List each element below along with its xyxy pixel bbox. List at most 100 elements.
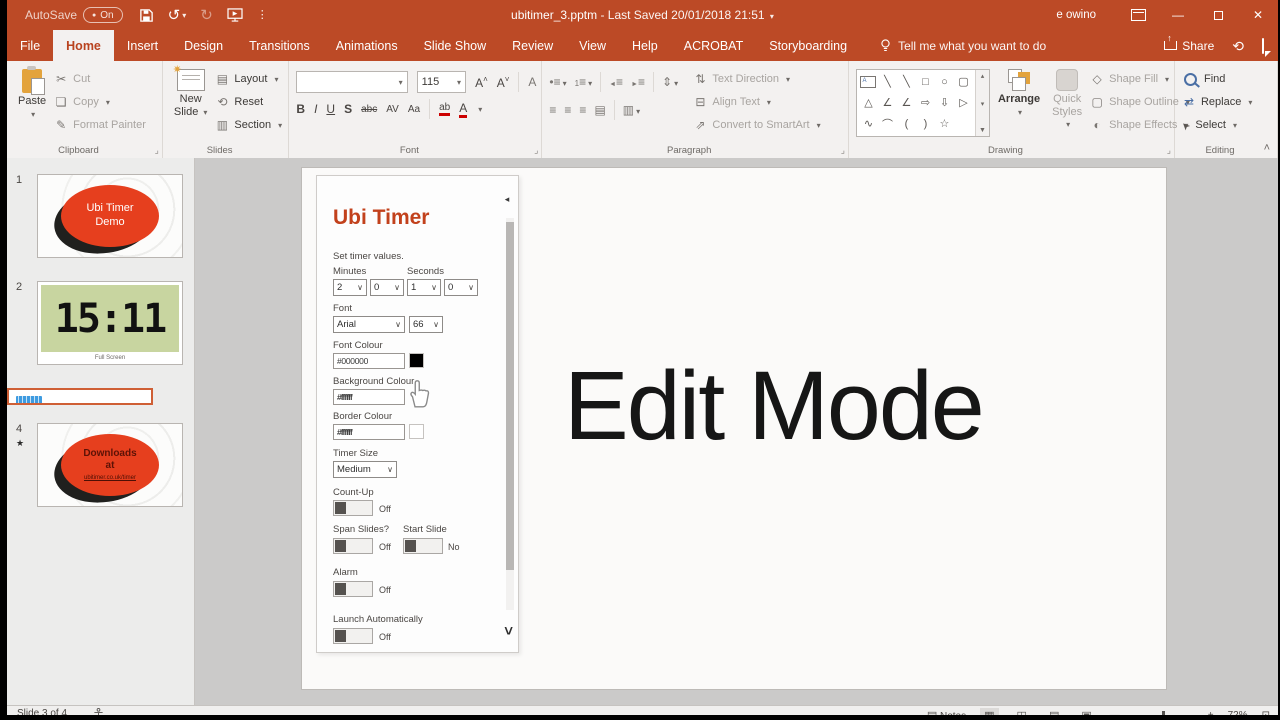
count-up-toggle[interactable]: [333, 500, 373, 516]
change-case-button[interactable]: Aa: [408, 104, 420, 115]
tab-view[interactable]: View: [566, 30, 619, 61]
timer-size-select[interactable]: Medium∨: [333, 461, 397, 478]
border-colour-input[interactable]: #ffffff: [333, 424, 405, 440]
shape-right-brace-icon[interactable]: ): [924, 118, 928, 130]
second-ones-select[interactable]: 0∨: [444, 279, 478, 296]
notes-button[interactable]: ▤ Notes: [927, 709, 966, 715]
gallery-down-icon[interactable]: ▾: [981, 100, 985, 108]
shape-arrow-right-icon[interactable]: ⇨: [921, 96, 930, 109]
tab-review[interactable]: Review: [499, 30, 566, 61]
layout-button[interactable]: ▤ Layout ▾: [215, 70, 282, 88]
shape-flowchart-icon[interactable]: ▷: [959, 96, 967, 109]
select-button[interactable]: ➤ Select ▾: [1182, 116, 1252, 134]
format-painter-button[interactable]: ✎ Format Painter: [54, 116, 146, 134]
launch-automatically-toggle[interactable]: [333, 628, 373, 644]
redo-button[interactable]: ↻: [200, 8, 213, 23]
tab-transitions[interactable]: Transitions: [236, 30, 323, 61]
customize-qat-button[interactable]: ⋮: [257, 10, 268, 21]
drawing-dialog-launcher[interactable]: ⌟: [1167, 145, 1171, 156]
copy-button[interactable]: ❏ Copy ▾: [54, 93, 146, 111]
decrease-indent-button[interactable]: ◄≡: [609, 75, 623, 89]
shape-triangle-icon[interactable]: △: [864, 96, 872, 109]
tab-animations[interactable]: Animations: [323, 30, 411, 61]
italic-button[interactable]: I: [314, 102, 317, 116]
tab-slideshow[interactable]: Slide Show: [411, 30, 500, 61]
autosave-toggle[interactable]: AutoSave ● On: [25, 7, 123, 23]
accessibility-checker-button[interactable]: [93, 708, 104, 715]
undo-button[interactable]: ↺ ▾: [168, 8, 187, 23]
panel-scroll-down-button[interactable]: ˅: [504, 624, 513, 639]
view-normal-button[interactable]: ▦: [980, 708, 998, 715]
gallery-more-icon[interactable]: ▼: [979, 127, 986, 134]
shape-star-icon[interactable]: ☆: [940, 117, 950, 130]
textbox-shape-icon[interactable]: A: [860, 76, 876, 88]
increase-indent-button[interactable]: ►≡: [631, 75, 645, 89]
bold-button[interactable]: B: [296, 102, 305, 116]
quick-styles-button[interactable]: QuickStyles ▾: [1048, 67, 1086, 142]
reset-button[interactable]: ⟲ Reset: [215, 93, 282, 111]
strikethrough-button[interactable]: abc: [361, 104, 377, 115]
restore-button[interactable]: [1198, 0, 1238, 30]
slide-title-text[interactable]: Edit Mode: [564, 350, 983, 462]
character-spacing-button[interactable]: AV: [386, 104, 399, 115]
zoom-in-button[interactable]: +: [1208, 710, 1214, 715]
fit-to-window-button[interactable]: ⊡: [1262, 710, 1270, 715]
shape-elbow-arrow-icon[interactable]: ∠: [902, 96, 912, 109]
align-text-button[interactable]: ⊟ Align Text ▾: [693, 93, 820, 111]
grow-font-button[interactable]: A: [475, 75, 488, 90]
save-button[interactable]: [139, 8, 154, 23]
shape-arrow-icon[interactable]: ╲: [903, 75, 910, 88]
bullets-button[interactable]: •≡▾: [549, 75, 566, 89]
tab-insert[interactable]: Insert: [114, 30, 171, 61]
numbering-button[interactable]: 1≡▾: [575, 75, 592, 89]
arrange-button[interactable]: Arrange ▾: [994, 67, 1044, 142]
font-colour-input[interactable]: #000000: [333, 353, 405, 369]
shape-arc-icon[interactable]: ⌒: [882, 116, 893, 132]
font-size-combo[interactable]: 115 ▾: [417, 71, 466, 93]
tab-acrobat[interactable]: ACROBAT: [671, 30, 757, 61]
share-button[interactable]: Share: [1164, 39, 1214, 53]
highlight-color-button[interactable]: ab: [439, 102, 450, 116]
border-colour-swatch[interactable]: [409, 424, 424, 439]
font-size-select[interactable]: 66∨: [409, 316, 443, 333]
clipboard-dialog-launcher[interactable]: ⌟: [155, 145, 159, 156]
columns-button[interactable]: ▥▾: [623, 103, 640, 117]
font-select[interactable]: Arial∨: [333, 316, 405, 333]
tab-storyboarding[interactable]: Storyboarding: [756, 30, 860, 61]
slide-4-thumbnail[interactable]: Downloads at ubitimer.co.uk/timer: [37, 423, 183, 507]
text-shadow-button[interactable]: S: [344, 102, 352, 116]
underline-button[interactable]: U: [326, 102, 335, 116]
shape-rounded-rect-icon[interactable]: ▢: [958, 75, 968, 88]
autosave-pill[interactable]: ● On: [83, 7, 123, 23]
tab-help[interactable]: Help: [619, 30, 671, 61]
section-button[interactable]: ▥ Section ▾: [215, 116, 282, 134]
ribbon-display-options-button[interactable]: [1118, 0, 1158, 30]
cut-button[interactable]: ✂ Cut: [54, 70, 146, 88]
panel-scrollbar[interactable]: [506, 218, 514, 610]
shapes-gallery[interactable]: A ╲ ╲ □ ○ ▢ △ ∠ ∠ ⇨ ⇩ ▷ ∿ ⌒ ( ) ☆: [856, 69, 990, 137]
slide-2-thumbnail[interactable]: 15:11 Full Screen: [37, 281, 183, 365]
minute-ones-select[interactable]: 0∨: [370, 279, 404, 296]
shape-oval-icon[interactable]: ○: [941, 76, 948, 88]
slide-3-thumbnail-selected[interactable]: Edit Mode: [7, 388, 153, 405]
tab-file[interactable]: File: [7, 30, 53, 61]
shape-line-icon[interactable]: ╲: [884, 75, 891, 88]
zoom-slider-handle[interactable]: [1162, 711, 1165, 716]
history-button[interactable]: ⟲: [1232, 39, 1244, 53]
tab-home[interactable]: Home: [53, 30, 114, 61]
background-colour-input[interactable]: #ffffff: [333, 389, 405, 405]
tab-design[interactable]: Design: [171, 30, 236, 61]
font-colour-swatch[interactable]: [409, 353, 424, 368]
close-button[interactable]: ✕: [1238, 0, 1278, 30]
text-direction-button[interactable]: ⇅ Text Direction ▾: [693, 70, 820, 88]
minute-tens-select[interactable]: 2∨: [333, 279, 367, 296]
line-spacing-button[interactable]: ⇕▾: [662, 75, 678, 89]
span-slides-toggle[interactable]: [333, 538, 373, 554]
account-name[interactable]: e owino: [1056, 9, 1096, 21]
alarm-toggle[interactable]: [333, 581, 373, 597]
shape-elbow-icon[interactable]: ∠: [883, 96, 893, 109]
minimize-button[interactable]: —: [1158, 0, 1198, 30]
new-slide-button[interactable]: New Slide ▾: [170, 67, 212, 142]
panel-collapse-button[interactable]: ◂: [499, 188, 515, 210]
zoom-out-button[interactable]: —: [1110, 710, 1120, 715]
